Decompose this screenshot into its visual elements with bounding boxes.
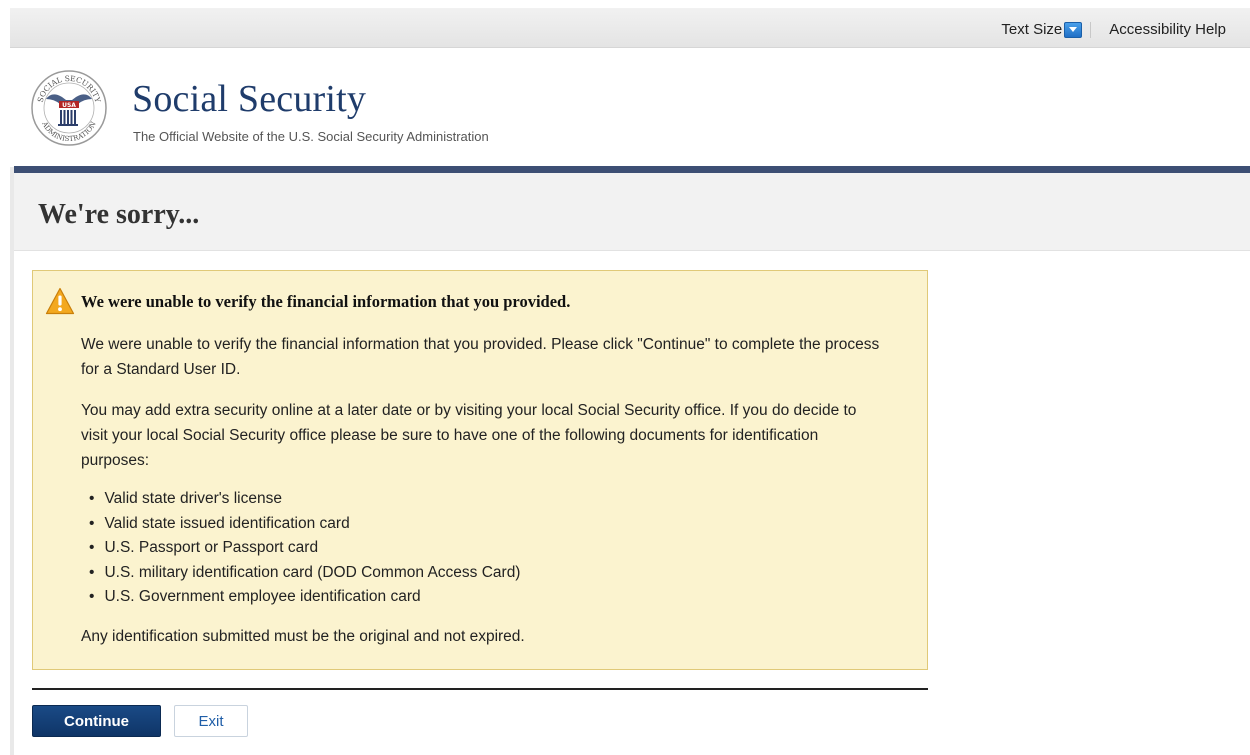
warning-alert-box: We were unable to verify the financial i… — [32, 270, 928, 670]
list-item: Valid state issued identification card — [89, 512, 881, 537]
page-title-band: We're sorry... — [14, 173, 1250, 251]
utility-links: Text Size Accessibility Help — [1001, 21, 1226, 38]
exit-button[interactable]: Exit — [174, 705, 248, 737]
list-item: U.S. Government employee identification … — [89, 585, 881, 610]
site-title[interactable]: Social Security — [132, 77, 366, 121]
accessibility-help-link[interactable]: Accessibility Help — [1109, 21, 1226, 38]
site-header: SOCIAL SECURITY ADMINISTRATION USA Socia… — [10, 49, 1250, 167]
divider — [1090, 21, 1092, 38]
svg-text:USA: USA — [62, 102, 76, 109]
alert-paragraph: You may add extra security online at a l… — [81, 402, 857, 469]
list-item: U.S. Passport or Passport card — [89, 536, 881, 561]
list-item: U.S. military identification card (DOD C… — [89, 561, 881, 586]
alert-footer-note: Any identification submitted must be the… — [81, 627, 525, 645]
alert-heading: We were unable to verify the financial i… — [81, 292, 571, 311]
utility-bar: Text Size Accessibility Help — [10, 8, 1250, 48]
alert-body: We were unable to verify the financial i… — [81, 332, 881, 649]
continue-button[interactable]: Continue — [32, 705, 161, 737]
actions-divider — [32, 688, 928, 690]
list-item: Valid state driver's license — [89, 487, 881, 512]
text-size-label: Text Size — [1001, 21, 1063, 38]
warning-icon — [45, 287, 75, 315]
id-document-list: Valid state driver's license Valid state… — [89, 487, 881, 610]
chevron-down-icon[interactable] — [1064, 21, 1083, 38]
site-tagline: The Official Website of the U.S. Social … — [133, 129, 489, 144]
page-title: We're sorry... — [38, 199, 200, 230]
page-frame: Text Size Accessibility Help SOCIAL SECU… — [10, 8, 1250, 755]
ssa-seal-logo[interactable]: SOCIAL SECURITY ADMINISTRATION USA — [30, 69, 108, 147]
header-rule — [14, 166, 1250, 173]
alert-paragraph: We were unable to verify the financial i… — [81, 336, 880, 378]
text-size-control[interactable]: Text Size — [1001, 21, 1083, 38]
